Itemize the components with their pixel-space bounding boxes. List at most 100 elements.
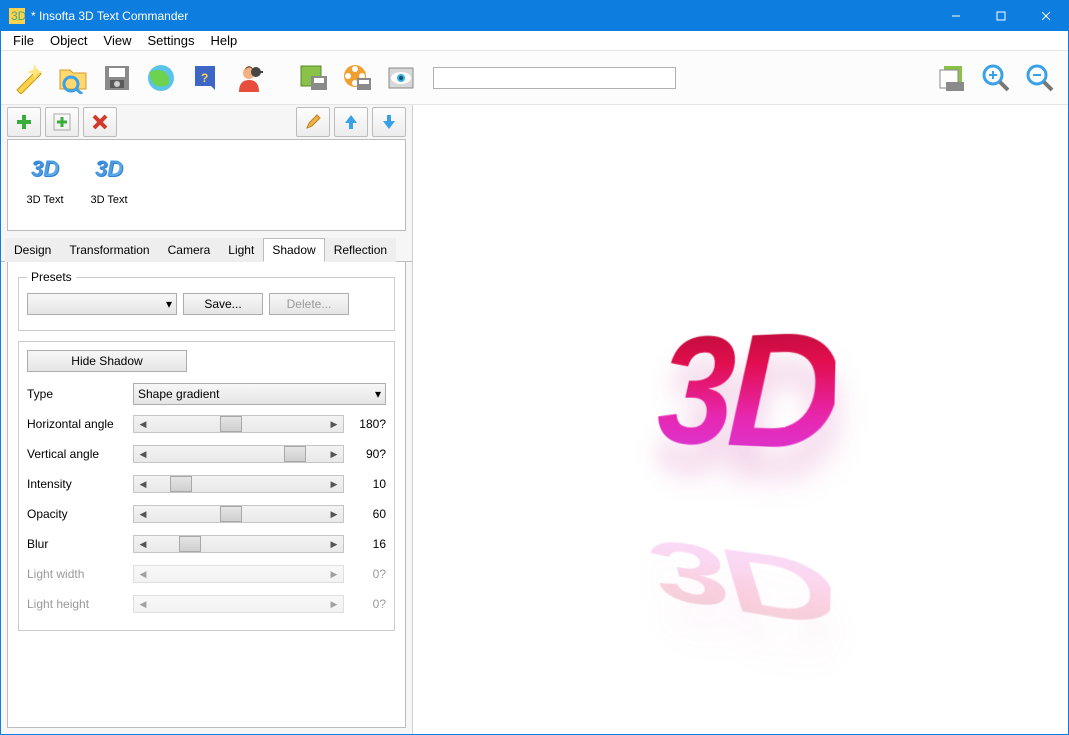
chevron-down-icon: ▾ xyxy=(375,387,381,401)
menu-view[interactable]: View xyxy=(96,31,140,50)
param-label: Light height xyxy=(27,597,127,611)
chevron-right-icon: ▶ xyxy=(325,596,343,612)
param-slider[interactable]: ◀▶ xyxy=(133,415,344,433)
preset-delete-button[interactable]: Delete... xyxy=(269,293,349,315)
param-slider: ◀▶ xyxy=(133,565,344,583)
move-down-button[interactable] xyxy=(372,107,406,137)
object-item[interactable]: 3D 3D Text xyxy=(86,150,132,220)
param-slider[interactable]: ◀▶ xyxy=(133,445,344,463)
move-up-button[interactable] xyxy=(334,107,368,137)
menu-bar: File Object View Settings Help xyxy=(1,31,1068,51)
title-bar: 3D * Insofta 3D Text Commander xyxy=(1,1,1068,31)
chevron-right-icon: ▶ xyxy=(325,566,343,582)
param-slider[interactable]: ◀▶ xyxy=(133,505,344,523)
slider-thumb[interactable] xyxy=(179,536,201,552)
slider-thumb[interactable] xyxy=(170,476,192,492)
slider-thumb[interactable] xyxy=(284,446,306,462)
menu-help[interactable]: Help xyxy=(202,31,245,50)
param-label: Blur xyxy=(27,537,127,551)
menu-object[interactable]: Object xyxy=(42,31,96,50)
type-label: Type xyxy=(27,387,127,401)
chevron-left-icon[interactable]: ◀ xyxy=(134,536,152,552)
param-slider[interactable]: ◀▶ xyxy=(133,535,344,553)
minimize-button[interactable] xyxy=(933,1,978,31)
tab-transformation[interactable]: Transformation xyxy=(60,238,158,262)
menu-settings[interactable]: Settings xyxy=(139,31,202,50)
object-label: 3D Text xyxy=(26,194,63,206)
browser-icon[interactable] xyxy=(141,58,181,98)
param-slider[interactable]: ◀▶ xyxy=(133,475,344,493)
chevron-down-icon: ▾ xyxy=(166,297,172,311)
add-item-button[interactable] xyxy=(45,107,79,137)
param-value: 0? xyxy=(350,567,386,581)
svg-text:3D: 3D xyxy=(11,9,25,23)
tab-reflection[interactable]: Reflection xyxy=(325,238,396,262)
chevron-left-icon[interactable]: ◀ xyxy=(134,506,152,522)
save-icon[interactable] xyxy=(97,58,137,98)
chevron-left-icon: ◀ xyxy=(134,596,152,612)
chevron-right-icon[interactable]: ▶ xyxy=(325,446,343,462)
param-value: 10 xyxy=(350,477,386,491)
param-label: Opacity xyxy=(27,507,127,521)
tab-light[interactable]: Light xyxy=(219,238,263,262)
slider-thumb[interactable] xyxy=(220,506,242,522)
object-item[interactable]: 3D 3D Text xyxy=(22,150,68,220)
tab-bar: Design Transformation Camera Light Shado… xyxy=(1,237,412,262)
tab-shadow[interactable]: Shadow xyxy=(263,238,324,262)
tab-camera[interactable]: Camera xyxy=(159,238,220,262)
export-layers-icon[interactable] xyxy=(932,58,972,98)
delete-object-button[interactable] xyxy=(83,107,117,137)
help-icon[interactable]: ? xyxy=(185,58,225,98)
object-list[interactable]: 3D 3D Text 3D 3D Text xyxy=(7,139,406,231)
wizard-icon[interactable] xyxy=(9,58,49,98)
chevron-right-icon[interactable]: ▶ xyxy=(325,536,343,552)
shadow-params-group: Hide Shadow Type Shape gradient▾ Horizon… xyxy=(18,341,395,631)
maximize-button[interactable] xyxy=(978,1,1023,31)
hide-shadow-button[interactable]: Hide Shadow xyxy=(27,350,187,372)
object-thumb: 3D xyxy=(22,150,68,188)
param-label: Horizontal angle xyxy=(27,417,127,431)
chevron-right-icon[interactable]: ▶ xyxy=(325,506,343,522)
param-label: Intensity xyxy=(27,477,127,491)
app-icon: 3D xyxy=(9,8,25,24)
chevron-left-icon: ◀ xyxy=(134,566,152,582)
open-icon[interactable] xyxy=(53,58,93,98)
zoom-in-icon[interactable] xyxy=(976,58,1016,98)
chevron-left-icon[interactable]: ◀ xyxy=(134,446,152,462)
tab-content-shadow: Presets ▾ Save... Delete... Hide Shadow … xyxy=(7,262,406,728)
chevron-left-icon[interactable]: ◀ xyxy=(134,476,152,492)
param-value: 60 xyxy=(350,507,386,521)
add-object-button[interactable] xyxy=(7,107,41,137)
preset-save-button[interactable]: Save... xyxy=(183,293,263,315)
preview-3d-text: 3D xyxy=(654,293,837,490)
menu-file[interactable]: File xyxy=(5,31,42,50)
chevron-left-icon[interactable]: ◀ xyxy=(134,416,152,432)
object-thumb: 3D xyxy=(86,150,132,188)
close-button[interactable] xyxy=(1023,1,1068,31)
address-field[interactable] xyxy=(433,67,676,89)
svg-text:?: ? xyxy=(201,71,208,85)
param-value: 90? xyxy=(350,447,386,461)
window-title: * Insofta 3D Text Commander xyxy=(31,9,933,23)
object-label: 3D Text xyxy=(90,194,127,206)
preview-icon[interactable] xyxy=(381,58,421,98)
object-toolbar xyxy=(1,105,412,139)
slider-thumb[interactable] xyxy=(220,416,242,432)
main-toolbar: ? xyxy=(1,51,1068,105)
user-icon[interactable] xyxy=(229,58,269,98)
param-slider: ◀▶ xyxy=(133,595,344,613)
export-image-icon[interactable] xyxy=(293,58,333,98)
type-dropdown[interactable]: Shape gradient▾ xyxy=(133,383,386,405)
presets-group: Presets ▾ Save... Delete... xyxy=(18,270,395,331)
preset-dropdown[interactable]: ▾ xyxy=(27,293,177,315)
chevron-right-icon[interactable]: ▶ xyxy=(325,416,343,432)
param-value: 180? xyxy=(350,417,386,431)
preview-panel[interactable]: 3D xyxy=(413,105,1068,734)
tab-design[interactable]: Design xyxy=(5,238,60,262)
export-movie-icon[interactable] xyxy=(337,58,377,98)
left-panel: 3D 3D Text 3D 3D Text Design Transformat… xyxy=(1,105,413,734)
chevron-right-icon[interactable]: ▶ xyxy=(325,476,343,492)
zoom-out-icon[interactable] xyxy=(1020,58,1060,98)
param-label: Vertical angle xyxy=(27,447,127,461)
edit-object-button[interactable] xyxy=(296,107,330,137)
